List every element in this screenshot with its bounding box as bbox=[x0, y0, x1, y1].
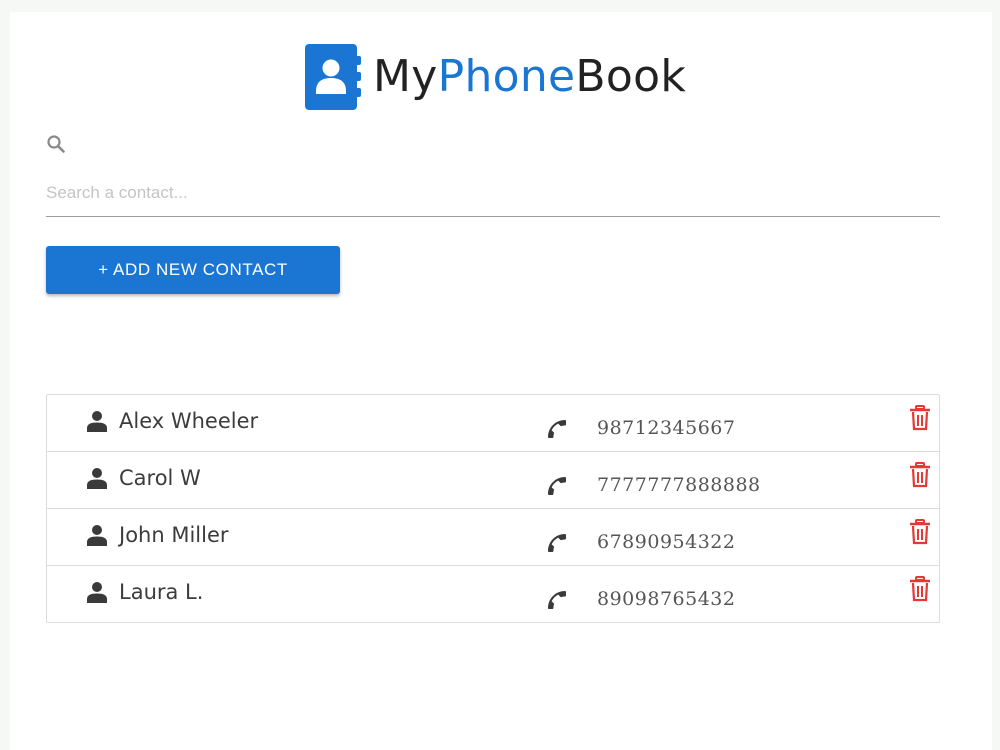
page: MyPhoneBook + ADD NEW CONTACT Alex Wheel… bbox=[10, 12, 992, 750]
contact-phone: 7777777888888 bbox=[597, 474, 761, 496]
phonebook-icon bbox=[305, 44, 361, 110]
person-icon bbox=[87, 411, 107, 432]
trash-icon[interactable] bbox=[909, 462, 931, 488]
contact-row: Carol W 7777777888888 bbox=[47, 452, 939, 509]
contact-name: Laura L. bbox=[119, 580, 204, 604]
phone-icon bbox=[548, 477, 566, 495]
person-icon bbox=[87, 525, 107, 546]
app-title-suffix: Book bbox=[575, 51, 687, 102]
trash-icon[interactable] bbox=[909, 576, 931, 602]
person-icon bbox=[87, 582, 107, 603]
contact-phone: 98712345667 bbox=[597, 417, 736, 439]
app-title-accent: Phone bbox=[437, 51, 576, 102]
trash-icon[interactable] bbox=[909, 405, 931, 431]
app-title-prefix: My bbox=[373, 51, 438, 102]
contact-name: Alex Wheeler bbox=[119, 409, 259, 433]
phone-icon bbox=[548, 420, 566, 438]
phone-icon bbox=[548, 591, 566, 609]
contact-row: Laura L. 89098765432 bbox=[47, 566, 939, 622]
contact-list: Alex Wheeler 98712345667 Carol W 7777777… bbox=[46, 394, 940, 623]
contact-name: Carol W bbox=[119, 466, 201, 490]
trash-icon[interactable] bbox=[909, 519, 931, 545]
app-logo: MyPhoneBook bbox=[305, 44, 686, 110]
person-icon bbox=[87, 468, 107, 489]
phone-icon bbox=[548, 534, 566, 552]
add-new-contact-button[interactable]: + ADD NEW CONTACT bbox=[46, 246, 340, 294]
search-icon bbox=[47, 135, 65, 153]
contact-name: John Miller bbox=[119, 523, 229, 547]
contact-phone: 89098765432 bbox=[597, 588, 736, 610]
app-title: MyPhoneBook bbox=[373, 44, 686, 110]
search-input[interactable] bbox=[46, 170, 940, 217]
contact-row: John Miller 67890954322 bbox=[47, 509, 939, 566]
contact-phone: 67890954322 bbox=[597, 531, 736, 553]
contact-row: Alex Wheeler 98712345667 bbox=[47, 395, 939, 452]
